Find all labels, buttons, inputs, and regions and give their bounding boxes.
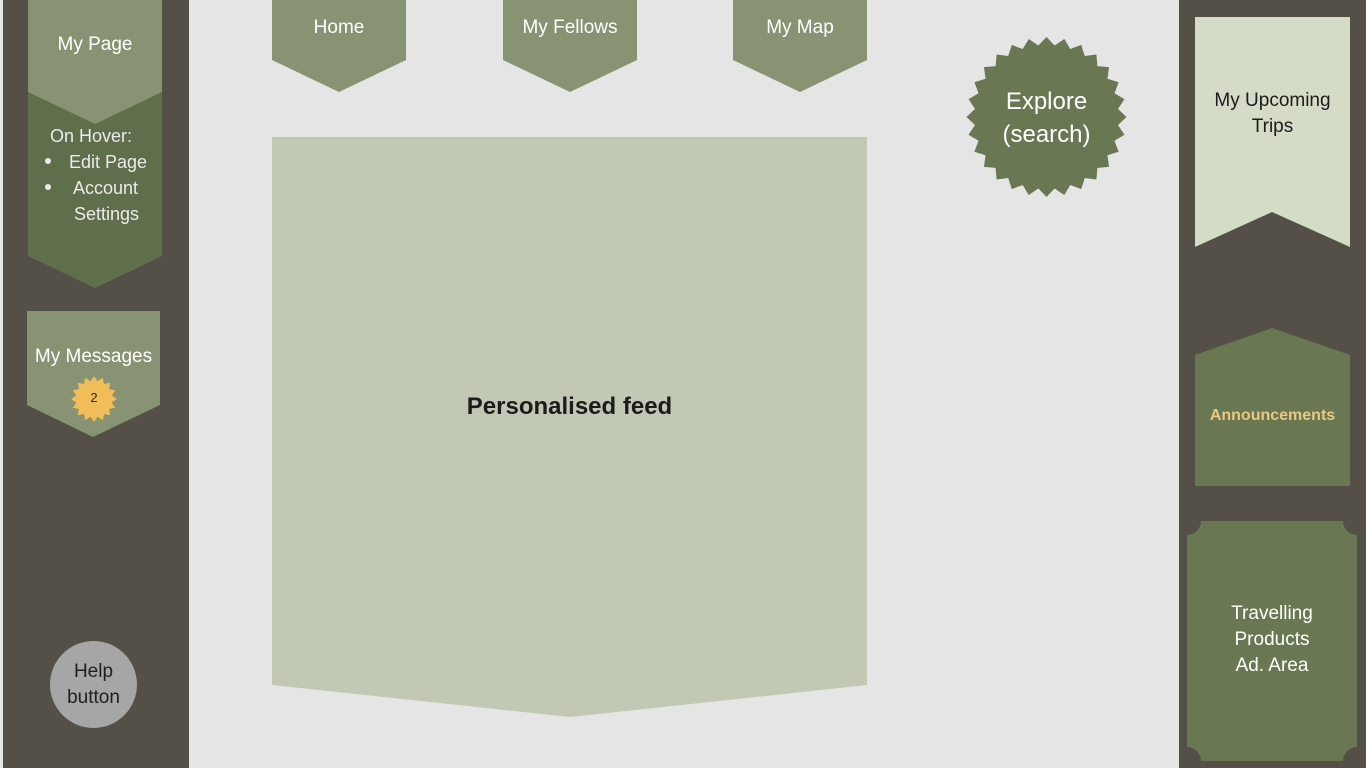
my-page-label: My Page [57, 34, 133, 55]
my-messages-label: My Messages [34, 346, 153, 367]
tab-my-fellows[interactable]: My Fellows [503, 0, 637, 92]
help-button[interactable]: Help button [50, 641, 137, 728]
my-upcoming-trips-panel[interactable]: My Upcoming Trips [1195, 17, 1350, 247]
ad-area-label-line2: Products [1234, 629, 1310, 650]
tab-shape [733, 0, 867, 92]
feed-shape [272, 137, 867, 717]
explore-label-line2: (search) [1002, 121, 1091, 148]
feed-label: Personalised feed [466, 393, 673, 420]
tab-my-fellows-label: My Fellows [522, 17, 618, 38]
upcoming-trips-label: My Upcoming Trips [1195, 88, 1350, 140]
hover-item-settings[interactable]: Settings [74, 201, 139, 227]
upcoming-label-line1: My Upcoming [1214, 90, 1331, 111]
ad-area-label: Travelling Products Ad. Area [1187, 601, 1357, 679]
tab-home[interactable]: Home [272, 0, 406, 92]
help-label-line2: button [67, 686, 120, 708]
explore-search-button[interactable]: Explore (search) [963, 37, 1130, 197]
bullet-icon [45, 184, 51, 190]
personalised-feed[interactable]: Personalised feed [272, 137, 867, 717]
explore-label: Explore (search) [963, 85, 1130, 151]
tab-my-map[interactable]: My Map [733, 0, 867, 92]
message-count: 2 [90, 390, 98, 405]
travelling-products-ad-area[interactable]: Travelling Products Ad. Area [1187, 521, 1357, 761]
bullet-icon [45, 158, 51, 164]
hover-menu-title: On Hover: [50, 126, 133, 146]
my-page-button[interactable]: My Page On Hover: Edit Page Account Sett… [28, 0, 162, 288]
tab-shape [272, 0, 406, 92]
ad-area-label-line1: Travelling [1231, 603, 1313, 624]
tab-home-label: Home [313, 17, 365, 38]
hover-item-account[interactable]: Account [73, 175, 138, 201]
tab-my-map-label: My Map [766, 17, 834, 38]
announcements-panel[interactable]: Announcements [1195, 328, 1350, 486]
ad-area-label-line3: Ad. Area [1235, 655, 1309, 676]
hover-item-edit-page[interactable]: Edit Page [69, 149, 147, 175]
help-label-line1: Help [73, 660, 114, 682]
announcements-label: Announcements [1209, 407, 1336, 424]
my-messages-button[interactable]: My Messages 2 [27, 311, 160, 437]
explore-label-line1: Explore [1005, 88, 1088, 115]
upcoming-label-line2: Trips [1251, 116, 1294, 137]
message-count-badge: 2 [71, 376, 117, 422]
tab-shape [503, 0, 637, 92]
